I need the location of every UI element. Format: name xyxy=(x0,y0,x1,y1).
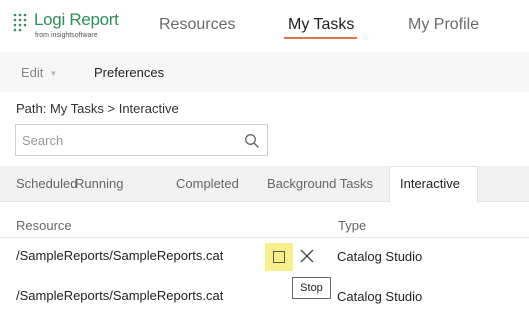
resource-cell: /SampleReports/SampleReports.cat xyxy=(16,248,224,263)
type-cell: Catalog Studio xyxy=(337,249,423,264)
logo-text: Logi Report xyxy=(34,10,119,29)
tab-completed[interactable]: Completed xyxy=(176,176,239,191)
tab-scheduled[interactable]: Scheduled xyxy=(16,176,77,191)
nav-my-profile[interactable]: My Profile xyxy=(408,16,479,34)
chevron-down-icon: ▼ xyxy=(49,69,58,79)
tab-background-tasks[interactable]: Background Tasks xyxy=(267,176,373,191)
search-input[interactable] xyxy=(16,125,236,155)
table-header: Resource Type xyxy=(0,210,529,238)
task-tabs: Scheduled Running Completed Background T… xyxy=(0,166,529,203)
search-icon[interactable] xyxy=(244,133,260,149)
tab-interactive[interactable]: Interactive xyxy=(400,176,460,191)
type-cell: Catalog Studio xyxy=(337,289,423,304)
search-box xyxy=(15,124,268,156)
edit-menu-button[interactable]: Edit ▼ xyxy=(21,65,57,80)
toolbar: Edit ▼ Preferences xyxy=(0,52,529,92)
nav-my-tasks[interactable]: My Tasks xyxy=(288,16,354,34)
stop-tooltip: Stop xyxy=(292,277,331,299)
logo[interactable]: Logi Report from insightsoftware xyxy=(12,10,122,42)
stop-button[interactable] xyxy=(265,243,293,271)
edit-label: Edit xyxy=(21,65,44,80)
nav-resources[interactable]: Resources xyxy=(159,16,235,34)
preferences-button[interactable]: Preferences xyxy=(94,65,164,80)
breadcrumb: Path: My Tasks > Interactive xyxy=(16,101,179,116)
logo-dots-icon xyxy=(13,13,27,32)
stop-square-icon xyxy=(273,251,285,263)
close-icon[interactable] xyxy=(298,247,316,265)
resource-cell: /SampleReports/SampleReports.cat xyxy=(16,288,224,303)
column-header-resource[interactable]: Resource xyxy=(16,218,72,233)
nav-active-underline xyxy=(284,37,357,39)
app-header: Logi Report from insightsoftware Resourc… xyxy=(0,0,529,52)
column-header-type[interactable]: Type xyxy=(338,218,366,233)
table-row[interactable]: /SampleReports/SampleReports.cat Catalog… xyxy=(0,277,529,315)
logo-subtext: from insightsoftware xyxy=(35,32,98,39)
tab-running[interactable]: Running xyxy=(75,176,123,191)
